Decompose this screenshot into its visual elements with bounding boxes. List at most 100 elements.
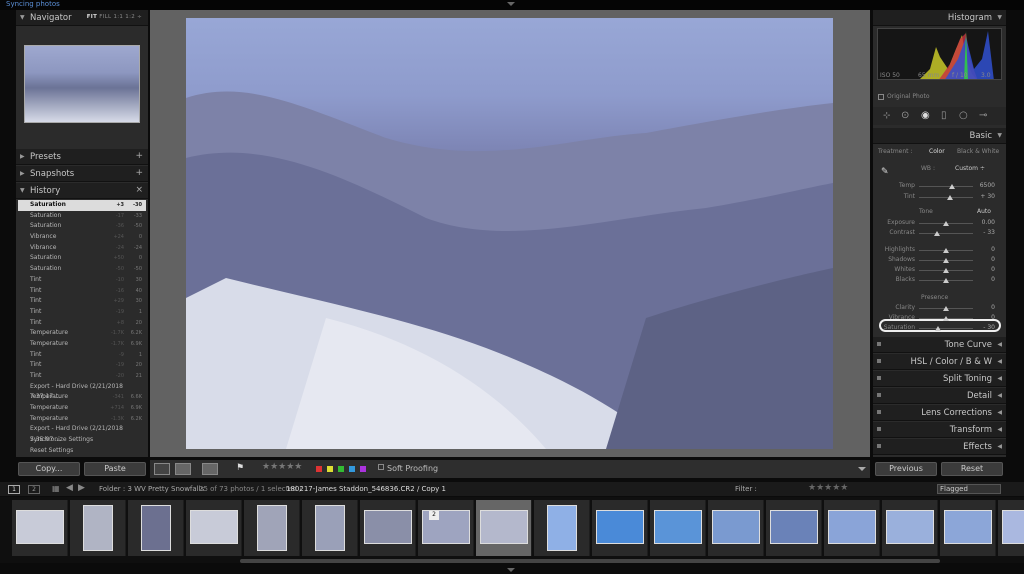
color-label-1[interactable] <box>327 466 333 472</box>
filmstrip-cell[interactable] <box>12 500 68 556</box>
forward-icon[interactable]: ▶ <box>78 483 85 493</box>
flag-icon[interactable]: ⚑ <box>236 463 244 473</box>
add-icon[interactable]: + <box>135 151 143 161</box>
filmstrip-scrollbar[interactable] <box>240 559 940 563</box>
photo-thumbnail[interactable] <box>712 510 760 544</box>
presets-header[interactable]: ▶ Presets + <box>16 149 148 165</box>
slider-value[interactable]: 0 <box>971 246 995 253</box>
slider-value[interactable]: - 30 <box>971 324 995 331</box>
section-toggle-icon[interactable] <box>877 410 881 414</box>
color-label-2[interactable] <box>338 466 344 472</box>
filmstrip-cell[interactable] <box>534 500 590 556</box>
filmstrip-cell[interactable] <box>824 500 880 556</box>
section-toggle-icon[interactable] <box>877 359 881 363</box>
slider-handle[interactable] <box>949 184 956 189</box>
zoom-options[interactable]: FIT FILL 1:1 1:2 ÷ <box>87 14 142 20</box>
color-label-4[interactable] <box>360 466 366 472</box>
filmstrip-cell[interactable] <box>476 500 532 556</box>
treatment-bw[interactable]: Black & White <box>957 148 999 155</box>
history-item[interactable]: Export - Hard Drive (2/21/2018 7:37:17 .… <box>18 382 146 401</box>
history-item[interactable]: Saturation -17 -33 <box>18 211 146 222</box>
photo-thumbnail[interactable] <box>141 505 171 551</box>
copy-button[interactable]: Copy... <box>18 462 80 476</box>
section-header[interactable]: Lens Corrections ◀ <box>873 405 1006 421</box>
page-1-button[interactable]: 1 <box>8 485 20 494</box>
basic-header[interactable]: Basic ▼ <box>873 128 1006 144</box>
slider-value[interactable]: 0 <box>971 304 995 311</box>
slider-handle[interactable] <box>943 316 949 321</box>
navigator-header[interactable]: ▼ Navigator FIT FILL 1:1 1:2 ÷ <box>16 10 148 26</box>
file-name[interactable]: 180217-James Staddon_546836.CR2 / Copy 1 <box>286 485 446 493</box>
history-item[interactable]: Temperature -1.3K 6.2K <box>18 414 146 425</box>
photo-thumbnail[interactable] <box>944 510 992 544</box>
photo-thumbnail[interactable] <box>364 510 412 544</box>
stack-badge[interactable]: 2 <box>429 511 439 520</box>
color-label-0[interactable] <box>316 466 322 472</box>
slider-value[interactable]: 0 <box>971 256 995 263</box>
section-toggle-icon[interactable] <box>877 393 881 397</box>
slider-value[interactable]: 0 <box>971 276 995 283</box>
slider-track[interactable] <box>919 233 973 234</box>
photo-thumbnail[interactable] <box>770 510 818 544</box>
photo-thumbnail[interactable] <box>83 505 113 551</box>
filmstrip-cell[interactable] <box>302 500 358 556</box>
history-item[interactable]: Saturation -36 -50 <box>18 221 146 232</box>
history-item[interactable]: Reset Settings <box>18 446 146 457</box>
main-photo[interactable] <box>186 18 833 449</box>
photo-thumbnail[interactable] <box>596 510 644 544</box>
filmstrip-cell[interactable] <box>882 500 938 556</box>
slider-handle[interactable] <box>943 248 949 253</box>
slider-handle[interactable] <box>943 258 949 263</box>
filmstrip-cell[interactable] <box>128 500 184 556</box>
photo-thumbnail[interactable] <box>828 510 876 544</box>
history-item[interactable]: Tint -20 21 <box>18 371 146 382</box>
wb-select[interactable]: Custom ÷ <box>955 165 985 172</box>
close-icon[interactable]: × <box>135 185 143 195</box>
filmstrip-cell[interactable] <box>708 500 764 556</box>
section-toggle-icon[interactable] <box>877 342 881 346</box>
history-item[interactable]: Export - Hard Drive (2/21/2018 7:35:07 .… <box>18 424 146 443</box>
slider-value[interactable]: - 33 <box>971 229 995 236</box>
navigator-preview[interactable] <box>24 45 140 123</box>
filmstrip-cell[interactable] <box>186 500 242 556</box>
filmstrip-cell[interactable] <box>766 500 822 556</box>
compare-view-icon[interactable] <box>175 463 191 475</box>
color-label-3[interactable] <box>349 466 355 472</box>
filter-preset-select[interactable]: Flagged <box>937 484 1001 494</box>
photo-thumbnail[interactable] <box>1002 510 1024 544</box>
history-item[interactable]: Saturation +3 -30 <box>18 200 146 211</box>
history-item[interactable]: Tint +8 20 <box>18 318 146 329</box>
slider-track[interactable] <box>919 186 973 187</box>
reset-button[interactable]: Reset <box>941 462 1003 476</box>
history-item[interactable]: Tint -19 1 <box>18 307 146 318</box>
slider-handle[interactable] <box>943 268 949 273</box>
spot-removal-icon[interactable]: ⊙ <box>901 110 909 121</box>
add-icon[interactable]: + <box>135 168 143 178</box>
slider-handle[interactable] <box>933 231 940 236</box>
section-toggle-icon[interactable] <box>877 376 881 380</box>
photo-thumbnail[interactable] <box>16 510 64 544</box>
history-item[interactable]: Tint -16 40 <box>18 286 146 297</box>
slider-value[interactable]: 0 <box>971 266 995 273</box>
photo-thumbnail[interactable] <box>257 505 287 551</box>
folder-path[interactable]: Folder : 3 WV Pretty Snowfalls <box>99 485 204 493</box>
slider-value[interactable]: 6500 <box>971 182 995 189</box>
history-header[interactable]: ▼ History × <box>16 183 148 199</box>
photo-thumbnail[interactable] <box>315 505 345 551</box>
chevron-down-icon[interactable] <box>507 568 515 572</box>
slider-value[interactable]: 0.00 <box>971 219 995 226</box>
slider-handle[interactable] <box>943 306 949 311</box>
history-item[interactable]: Saturation +50 0 <box>18 253 146 264</box>
section-header[interactable]: Effects ◀ <box>873 439 1006 455</box>
history-item[interactable]: Saturation -50 -50 <box>18 264 146 275</box>
section-header[interactable]: HSL / Color / B & W ◀ <box>873 354 1006 370</box>
brush-icon[interactable]: ⊸ <box>979 110 987 121</box>
grid-icon[interactable]: ▦ <box>52 484 60 493</box>
before-after-icon[interactable] <box>202 463 218 475</box>
section-toggle-icon[interactable] <box>877 427 881 431</box>
photo-thumbnail[interactable] <box>190 510 238 544</box>
back-icon[interactable]: ◀ <box>66 483 73 493</box>
history-item[interactable]: Tint +29 30 <box>18 296 146 307</box>
photo-thumbnail[interactable] <box>886 510 934 544</box>
radial-filter-icon[interactable]: ○ <box>959 110 968 121</box>
